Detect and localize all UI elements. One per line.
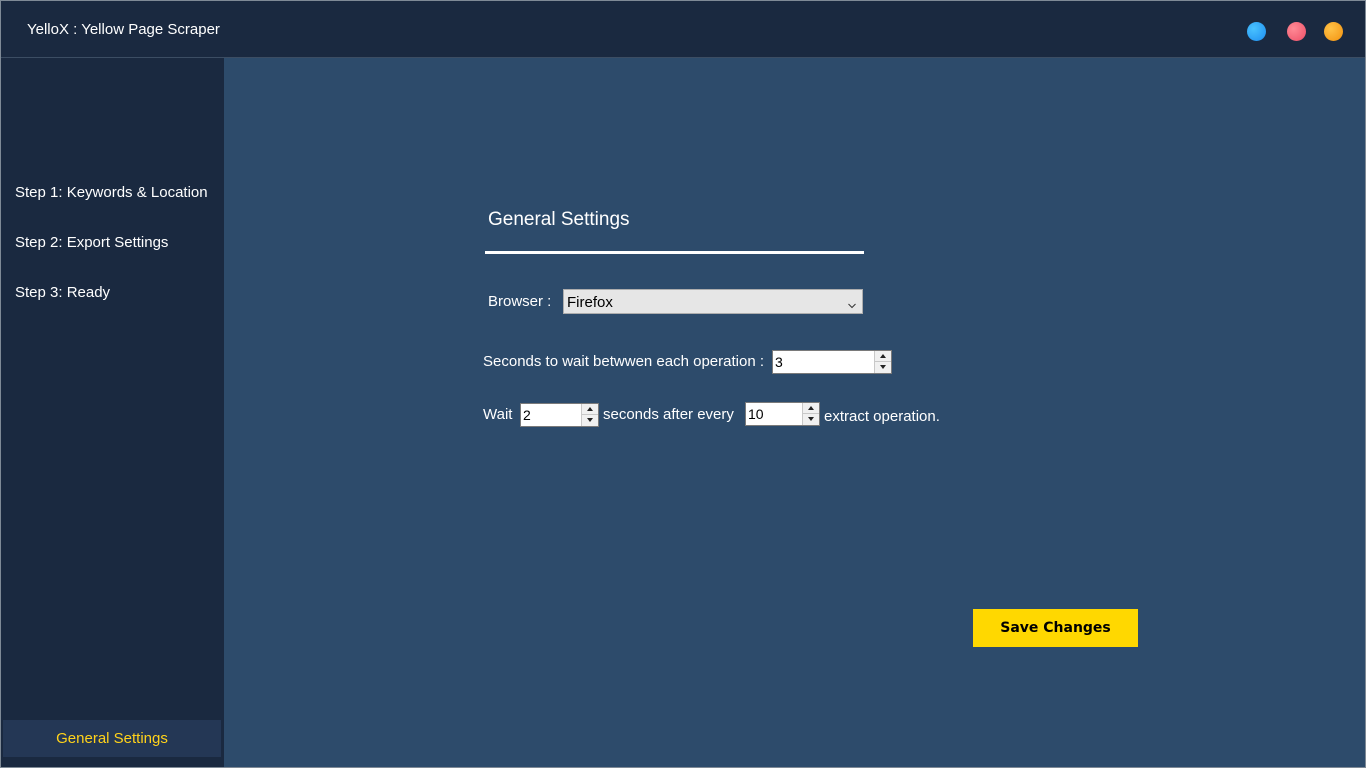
arrow-up-icon	[587, 407, 593, 411]
arrow-down-icon	[587, 418, 593, 422]
sidebar-item-general-settings[interactable]: General Settings	[3, 720, 221, 757]
batch-wait-suffix-text: extract operation.	[824, 408, 940, 425]
sidebar: Step 1: Keywords & Location Step 2: Expo…	[1, 58, 224, 767]
batch-wait-seconds-decrement-button[interactable]	[582, 415, 598, 426]
batch-wait-middle-text: seconds after every	[603, 406, 734, 423]
browser-label: Browser :	[488, 293, 552, 310]
sidebar-item-step2[interactable]: Step 2: Export Settings	[15, 234, 168, 251]
window-control-blue-dot[interactable]	[1247, 22, 1266, 41]
browser-select-value: Firefox	[567, 294, 613, 311]
arrow-down-icon	[808, 417, 814, 421]
batch-wait-count-stepper-buttons	[802, 403, 819, 425]
batch-wait-count-value: 10	[748, 406, 764, 422]
batch-wait-count-stepper[interactable]: 10	[745, 402, 820, 426]
wait-between-stepper[interactable]: 3	[772, 350, 892, 374]
batch-wait-seconds-increment-button[interactable]	[582, 404, 598, 415]
wait-between-label: Seconds to wait betwwen each operation :	[483, 353, 765, 370]
section-title: General Settings	[488, 209, 630, 230]
batch-wait-seconds-value: 2	[523, 407, 531, 423]
wait-between-stepper-buttons	[874, 351, 891, 373]
wait-between-decrement-button[interactable]	[875, 362, 891, 373]
batch-wait-seconds-stepper[interactable]: 2	[520, 403, 599, 427]
title-bar: YelloX : Yellow Page Scraper	[1, 1, 1365, 58]
wait-between-increment-button[interactable]	[875, 351, 891, 362]
sidebar-item-step3[interactable]: Step 3: Ready	[15, 284, 110, 301]
app-title: YelloX : Yellow Page Scraper	[27, 21, 220, 38]
batch-wait-prefix: Wait	[483, 406, 513, 423]
arrow-up-icon	[808, 406, 814, 410]
window-control-orange-dot[interactable]	[1324, 22, 1343, 41]
app-window: YelloX : Yellow Page Scraper Step 1: Key…	[0, 0, 1366, 768]
chevron-down-icon	[848, 297, 856, 309]
batch-wait-seconds-stepper-buttons	[581, 404, 598, 426]
arrow-up-icon	[880, 354, 886, 358]
main-content: General Settings Browser : Firefox Secon…	[224, 58, 1365, 767]
batch-wait-count-increment-button[interactable]	[803, 403, 819, 414]
sidebar-item-step1[interactable]: Step 1: Keywords & Location	[15, 184, 208, 201]
window-control-red-dot[interactable]	[1287, 22, 1306, 41]
browser-select[interactable]: Firefox	[563, 289, 863, 314]
section-underline	[485, 251, 864, 254]
save-changes-button[interactable]: Save Changes	[973, 609, 1138, 647]
wait-between-value: 3	[775, 354, 783, 370]
batch-wait-count-decrement-button[interactable]	[803, 414, 819, 425]
arrow-down-icon	[880, 365, 886, 369]
